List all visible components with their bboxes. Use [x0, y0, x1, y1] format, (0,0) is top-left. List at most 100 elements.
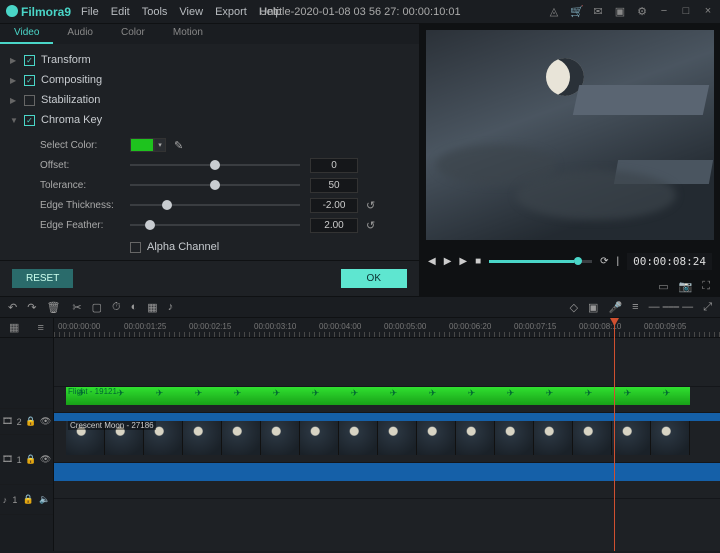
quality-icon[interactable]: ▭ [658, 280, 668, 293]
slider-edge-feather[interactable] [130, 218, 300, 232]
slider-offset[interactable] [130, 158, 300, 172]
undo-icon[interactable]: ↶ [8, 301, 17, 314]
chevron-right-icon: ▶ [10, 76, 18, 85]
eyedropper-icon[interactable]: ✎ [174, 139, 183, 152]
project-title: Untitle-2020-01-08 03 56 27: 00:00:10:01 [259, 6, 460, 18]
checkbox-alpha[interactable] [130, 242, 141, 253]
audio-track-1[interactable] [54, 481, 720, 499]
save-icon[interactable]: ▣ [614, 5, 626, 18]
title-bar: Filmora9 File Edit Tools View Export Hel… [0, 0, 720, 24]
timeline: ▦ ≡ 🎞 2 🔒 👁 🎞 1 🔒 👁 ♪ 1 🔒 🔈 00:00:00:00 … [0, 318, 720, 551]
window-icons: ◬ 🛒 ✉ ▣ ⚙ − □ × [548, 5, 714, 18]
track-headers: ▦ ≡ 🎞 2 🔒 👁 🎞 1 🔒 👁 ♪ 1 🔒 🔈 [0, 318, 54, 551]
tab-color[interactable]: Color [107, 24, 159, 44]
zoom-slider[interactable]: — ⎯⎯⎯ — [649, 301, 694, 314]
fullscreen-icon[interactable]: ⛶ [702, 280, 710, 293]
clip-label: Flight - 19121 [68, 387, 117, 396]
video-track-1[interactable]: Crescent Moon - 27186 [54, 421, 720, 463]
track-number: 1 [12, 495, 17, 505]
chevron-right-icon: ▶ [10, 96, 18, 105]
seek-bar[interactable] [489, 260, 592, 263]
zoom-fit-icon[interactable]: ⤢ [703, 301, 712, 314]
settings-icon[interactable]: ⚙ [636, 5, 648, 18]
audio-icon[interactable]: ♪ [168, 301, 174, 314]
user-icon[interactable]: ◬ [548, 5, 560, 18]
crop-icon[interactable]: ▢ [92, 301, 102, 314]
chevron-down-icon: ▼ [10, 116, 18, 125]
color-icon[interactable]: ◐ [131, 301, 138, 314]
reset-feather-icon[interactable]: ↺ [366, 219, 375, 232]
speed-icon[interactable]: ⏱ [112, 301, 121, 314]
stop-icon[interactable]: ■ [475, 256, 481, 267]
value-tolerance[interactable]: 50 [310, 178, 358, 193]
checkbox-transform[interactable]: ✓ [24, 55, 35, 66]
reset-button[interactable]: RESET [12, 269, 73, 288]
label-edge-feather: Edge Feather: [40, 220, 130, 231]
play-icon[interactable]: ▶ [444, 256, 452, 267]
color-dropdown[interactable]: ▾ [154, 138, 166, 152]
prev-frame-icon[interactable]: ◀ [428, 256, 436, 267]
mic-icon[interactable]: 🎤 [608, 301, 622, 314]
section-compositing[interactable]: ▶ ✓ Compositing [10, 70, 409, 90]
section-stabilization[interactable]: ▶ Stabilization [10, 90, 409, 110]
video-track-2[interactable]: Flight - 19121 [54, 387, 720, 413]
timeline-mode-icon[interactable]: ≡ [38, 322, 44, 334]
ok-button[interactable]: OK [341, 269, 407, 288]
cut-icon[interactable]: ✂ [72, 301, 81, 314]
playhead[interactable] [614, 318, 615, 551]
delete-icon[interactable]: 🗑 [46, 301, 60, 314]
render-icon[interactable]: ▣ [588, 301, 598, 314]
volume-icon[interactable]: | [617, 256, 620, 267]
close-icon[interactable]: × [702, 5, 714, 18]
maximize-icon[interactable]: □ [680, 5, 692, 18]
track-audio-icon: ♪ [3, 495, 8, 505]
section-transform[interactable]: ▶ ✓ Transform [10, 50, 409, 70]
properties-panel: Video Audio Color Motion ▶ ✓ Transform ▶… [0, 24, 420, 296]
menu-edit[interactable]: Edit [111, 6, 130, 18]
redo-icon[interactable]: ↷ [27, 301, 36, 314]
timecode: 00:00:08:24 [627, 253, 712, 270]
next-frame-icon[interactable]: ▶ [459, 256, 467, 267]
loop-icon[interactable]: ⟳ [600, 256, 608, 267]
clip-moon[interactable]: Crescent Moon - 27186 [66, 421, 690, 455]
lock-icon[interactable]: 🔒 [25, 454, 36, 465]
value-edge-feather[interactable]: 2.00 [310, 218, 358, 233]
track-area[interactable]: 00:00:00:00 00:00:01:25 00:00:02:15 00:0… [54, 318, 720, 551]
timeline-toolbar: ↶ ↷ 🗑 ✂ ▢ ⏱ ◐ ▦ ♪ ◇ ▣ 🎤 ≡ — ⎯⎯⎯ — ⤢ [0, 296, 720, 318]
storyboard-mode-icon[interactable]: ▦ [9, 321, 19, 334]
greenscreen-icon[interactable]: ▦ [147, 301, 157, 314]
mixer-icon[interactable]: ≡ [632, 301, 638, 314]
cart-icon[interactable]: 🛒 [570, 5, 582, 18]
marker-icon[interactable]: ◇ [570, 301, 578, 314]
video-preview[interactable] [426, 30, 714, 240]
lock-icon[interactable]: 🔒 [23, 494, 34, 505]
msg-icon[interactable]: ✉ [592, 5, 604, 18]
menu-file[interactable]: File [81, 6, 99, 18]
value-edge-thickness[interactable]: -2.00 [310, 198, 358, 213]
section-chromakey[interactable]: ▼ ✓ Chroma Key [10, 110, 409, 130]
menu-tools[interactable]: Tools [142, 6, 168, 18]
visibility-icon[interactable]: 👁 [40, 454, 51, 465]
tab-audio[interactable]: Audio [53, 24, 107, 44]
menu-view[interactable]: View [179, 6, 203, 18]
clip-flight[interactable]: Flight - 19121 [66, 387, 690, 405]
ruler-tick: 00:00:07:15 [514, 322, 556, 331]
time-ruler[interactable]: 00:00:00:00 00:00:01:25 00:00:02:15 00:0… [54, 318, 720, 338]
slider-edge-thickness[interactable] [130, 198, 300, 212]
menu-export[interactable]: Export [215, 6, 247, 18]
color-swatch[interactable] [130, 138, 154, 152]
visibility-icon[interactable]: 👁 [40, 416, 51, 427]
minimize-icon[interactable]: − [658, 5, 670, 18]
checkbox-chromakey[interactable]: ✓ [24, 115, 35, 126]
tab-video[interactable]: Video [0, 24, 53, 44]
lock-icon[interactable]: 🔒 [25, 416, 36, 427]
slider-tolerance[interactable] [130, 178, 300, 192]
transport-bar: ◀ ▶ ▶ ■ ⟳ | 00:00:08:24 [420, 246, 720, 276]
value-offset[interactable]: 0 [310, 158, 358, 173]
checkbox-stabilization[interactable] [24, 95, 35, 106]
snapshot-icon[interactable]: 📷 [679, 280, 693, 293]
reset-thickness-icon[interactable]: ↺ [366, 199, 375, 212]
checkbox-compositing[interactable]: ✓ [24, 75, 35, 86]
tab-motion[interactable]: Motion [159, 24, 217, 44]
mute-icon[interactable]: 🔈 [39, 494, 50, 505]
